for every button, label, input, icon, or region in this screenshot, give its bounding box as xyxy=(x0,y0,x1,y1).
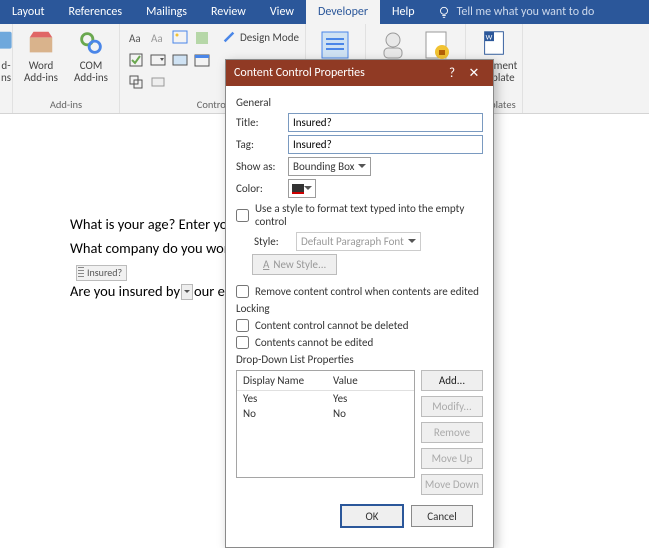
combobox-cc-icon[interactable] xyxy=(148,50,168,70)
tell-me-placeholder: Tell me what you want to do xyxy=(457,5,595,19)
word-addins-button[interactable]: Word Add-ins xyxy=(19,28,63,84)
content-control-properties-dialog: Content Control Properties ? ✕ General T… xyxy=(225,59,494,548)
showas-select[interactable]: Bounding Box xyxy=(288,157,371,176)
plaintext-cc-icon[interactable]: Aa xyxy=(148,28,168,48)
lock-edit-label: Contents cannot be edited xyxy=(255,336,373,349)
title-label: Title: xyxy=(236,116,282,129)
content-control-tag[interactable]: Insured? xyxy=(76,265,127,281)
tab-developer[interactable]: Developer xyxy=(306,0,380,24)
color-picker[interactable] xyxy=(288,179,316,198)
ribbon-tabs: Layout References Mailings Review View D… xyxy=(0,0,649,24)
gear-stack-icon xyxy=(76,28,106,58)
block-authors-icon[interactable] xyxy=(376,28,410,62)
xml-mapping-icon[interactable] xyxy=(318,28,352,62)
col-displayname: Display Name xyxy=(237,371,327,390)
remove-button: Remove xyxy=(421,422,483,443)
title-input[interactable] xyxy=(288,113,483,132)
svg-text:Aa: Aa xyxy=(129,32,141,45)
new-style-button: ANew Style... xyxy=(252,254,337,275)
group-addins: Word Add-ins COM Add-ins Add-ins xyxy=(13,24,120,113)
lock-delete-checkbox[interactable] xyxy=(236,319,249,332)
com-addins-button[interactable]: COM Add-ins xyxy=(69,28,113,84)
svg-text:W: W xyxy=(486,33,493,42)
tab-references[interactable]: References xyxy=(57,0,135,24)
dialog-close-button[interactable]: ✕ xyxy=(463,66,485,81)
tab-view[interactable]: View xyxy=(258,0,306,24)
chevron-down-icon xyxy=(304,186,312,194)
moveup-button: Move Up xyxy=(421,448,483,469)
add-button[interactable]: Add... xyxy=(421,370,483,391)
dropdown-marker-icon[interactable] xyxy=(181,284,193,300)
dropdown-list[interactable]: Display Name Value Yes Yes No No xyxy=(236,370,415,478)
list-item: Yes Yes xyxy=(237,391,414,406)
dialog-title: Content Control Properties xyxy=(234,66,365,80)
remove-cc-label: Remove content control when contents are… xyxy=(255,285,479,298)
section-ddprops: Drop-Down List Properties xyxy=(236,353,483,366)
store-icon xyxy=(26,28,56,58)
color-label: Color: xyxy=(236,182,282,195)
legacy-tools-icon[interactable] xyxy=(148,72,168,92)
tab-help[interactable]: Help xyxy=(380,0,427,24)
lock-delete-label: Content control cannot be deleted xyxy=(255,319,409,332)
use-style-checkbox[interactable] xyxy=(236,209,249,222)
col-value: Value xyxy=(327,371,414,390)
dropdown-cc-icon[interactable] xyxy=(170,50,190,70)
section-locking: Locking xyxy=(236,302,483,315)
cancel-button[interactable]: Cancel xyxy=(411,505,473,527)
list-item: No No xyxy=(237,406,414,421)
buildingblock-cc-icon[interactable] xyxy=(192,28,212,48)
style-label: Style: xyxy=(254,235,290,248)
showas-label: Show as: xyxy=(236,160,282,173)
modify-button: Modify... xyxy=(421,396,483,417)
date-cc-icon[interactable] xyxy=(192,50,212,70)
style-select: Default Paragraph Font xyxy=(296,232,421,251)
lock-edit-checkbox[interactable] xyxy=(236,336,249,349)
group-label-addins: Add-ins xyxy=(50,96,82,111)
tag-label: Tag: xyxy=(236,138,282,151)
group-addins-partial: d- ns xyxy=(0,24,13,113)
dialog-titlebar: Content Control Properties ? ✕ xyxy=(226,60,493,86)
addins-button-partial[interactable]: d- ns xyxy=(0,28,13,84)
checkbox-cc-icon[interactable] xyxy=(126,50,146,70)
design-mode-icon xyxy=(222,30,236,44)
design-mode-button[interactable]: Design Mode xyxy=(222,28,299,46)
svg-text:Aa: Aa xyxy=(151,32,163,45)
ok-button[interactable]: OK xyxy=(341,505,403,527)
restrict-editing-icon[interactable] xyxy=(420,28,454,62)
dialog-help-button[interactable]: ? xyxy=(441,66,463,81)
picture-cc-icon[interactable] xyxy=(170,28,190,48)
movedown-button: Move Down xyxy=(421,474,483,495)
use-style-label: Use a style to format text typed into th… xyxy=(255,202,483,228)
remove-cc-checkbox[interactable] xyxy=(236,285,249,298)
tab-mailings[interactable]: Mailings xyxy=(134,0,199,24)
word-template-icon: W xyxy=(479,28,509,58)
tell-me-search[interactable]: Tell me what you want to do xyxy=(427,0,605,24)
lightbulb-icon xyxy=(437,5,451,19)
richtext-cc-icon[interactable]: Aa xyxy=(126,28,146,48)
tab-layout[interactable]: Layout xyxy=(0,0,57,24)
section-general: General xyxy=(236,96,483,109)
repeating-cc-icon[interactable] xyxy=(126,72,146,92)
tab-review[interactable]: Review xyxy=(199,0,258,24)
color-swatch-icon xyxy=(292,184,304,194)
tag-input[interactable] xyxy=(288,135,483,154)
group-label-controls: Control xyxy=(197,96,229,111)
